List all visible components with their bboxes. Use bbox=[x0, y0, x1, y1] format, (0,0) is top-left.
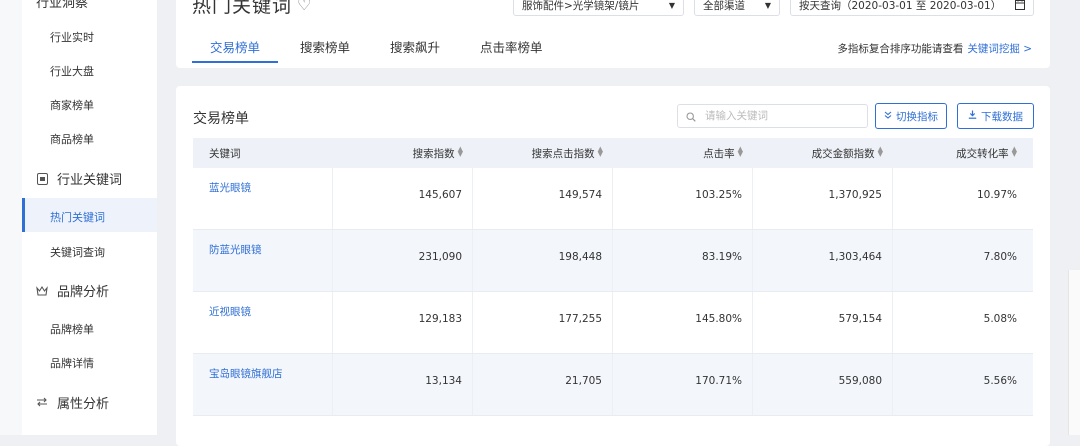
date-select-value: 按天查询（2020-03-01 至 2020-03-01） bbox=[799, 0, 1002, 12]
hint-text: 多指标复合排序功能请查看 bbox=[837, 43, 964, 55]
sort-icon: ▲ ▼ bbox=[597, 144, 603, 158]
card-title: 交易榜单 bbox=[193, 111, 249, 127]
col-gmv-index[interactable]: 成交金额指数 ▲ ▼ bbox=[753, 144, 893, 161]
search-index-cell: 231,090 bbox=[333, 230, 473, 291]
table-row: 近视眼镜 129,183 177,255 145.80% 579,154 5.0… bbox=[193, 292, 1033, 354]
tag-icon bbox=[36, 172, 48, 185]
click-index-cell: 21,705 bbox=[473, 354, 613, 415]
double-chevron-down-icon bbox=[884, 111, 892, 122]
switch-metrics-label: 切换指标 bbox=[896, 110, 938, 123]
date-select[interactable]: 按天查询（2020-03-01 至 2020-03-01） bbox=[790, 0, 1034, 16]
filter-icon bbox=[36, 397, 48, 409]
gmv-index-cell: 1,370,925 bbox=[753, 168, 893, 229]
gmv-index-cell: 1,303,464 bbox=[753, 230, 893, 291]
category-select[interactable]: 服饰配件>光学镜架/镜片 ▼ bbox=[513, 0, 684, 16]
sidebar-edge bbox=[0, 0, 22, 435]
col-keyword: 关键词 bbox=[209, 147, 241, 160]
tab-search-ranking[interactable]: 搜索榜单 bbox=[300, 37, 350, 67]
cvr-cell: 5.56% bbox=[983, 375, 1017, 387]
sidebar-item-industry-realtime[interactable]: 行业实时 bbox=[50, 29, 94, 45]
favorite-heart-icon[interactable]: ♡ bbox=[297, 0, 312, 14]
keyword-link[interactable]: 宝岛眼镜旗舰店 bbox=[193, 354, 333, 415]
cvr-cell: 7.80% bbox=[983, 251, 1017, 263]
sidebar-item-industry-overview[interactable]: 行业大盘 bbox=[50, 63, 94, 79]
multi-sort-hint: 多指标复合排序功能请查看 关键词挖掘 > bbox=[837, 41, 1032, 56]
sidebar-item-hot-keywords[interactable]: 热门关键词 bbox=[50, 209, 105, 225]
tab-search-surge[interactable]: 搜索飙升 bbox=[390, 37, 440, 67]
sidebar-group-attribute-analysis[interactable]: 属性分析 bbox=[36, 393, 109, 412]
ranking-tabs: 交易榜单 搜索榜单 搜索飙升 点击率榜单 bbox=[191, 37, 583, 67]
ctr-cell: 103.25% bbox=[613, 168, 753, 229]
gmv-index-cell: 559,080 bbox=[753, 354, 893, 415]
sidebar-group-brand-analysis[interactable]: 品牌分析 bbox=[36, 281, 109, 300]
keyword-search[interactable] bbox=[677, 104, 868, 128]
table-row: 宝岛眼镜旗舰店 13,134 21,705 170.71% 559,080 5.… bbox=[193, 354, 1033, 416]
click-index-cell: 198,448 bbox=[473, 230, 613, 291]
sidebar-group-label: 行业关键词 bbox=[57, 173, 123, 188]
sidebar-group-industry-insight[interactable]: 行业洞察 bbox=[36, 0, 88, 11]
search-index-cell: 145,607 bbox=[333, 168, 473, 229]
gmv-index-cell: 579,154 bbox=[753, 292, 893, 353]
tab-ctr-ranking[interactable]: 点击率榜单 bbox=[480, 37, 543, 67]
sidebar-group-label: 属性分析 bbox=[57, 397, 110, 412]
sidebar-item-keyword-query[interactable]: 关键词查询 bbox=[50, 244, 105, 260]
table-row: 蓝光眼镜 145,607 149,574 103.25% 1,370,925 1… bbox=[193, 168, 1033, 230]
sidebar-group-industry-keywords[interactable]: 行业关键词 bbox=[36, 169, 122, 188]
download-data-button[interactable]: 下载数据 bbox=[957, 103, 1034, 129]
search-input[interactable] bbox=[703, 109, 857, 123]
channel-select-value: 全部渠道 bbox=[703, 0, 745, 12]
cvr-cell: 10.97% bbox=[976, 189, 1017, 201]
ctr-cell: 170.71% bbox=[613, 354, 753, 415]
keyword-table: 关键词 搜索指数 ▲ ▼ 搜索点击指数 ▲ ▼ 点击率 ▲ ▼ 成交金额指数 ▲ ▼ 成交转化率… bbox=[193, 138, 1033, 416]
sort-icon: ▲ ▼ bbox=[877, 144, 883, 158]
search-icon bbox=[686, 107, 696, 126]
download-data-label: 下载数据 bbox=[981, 110, 1023, 123]
table-row: 防蓝光眼镜 231,090 198,448 83.19% 1,303,464 7… bbox=[193, 230, 1033, 292]
keyword-mining-link[interactable]: 关键词挖掘 > bbox=[967, 43, 1032, 55]
category-select-value: 服饰配件>光学镜架/镜片 bbox=[522, 0, 640, 12]
sidebar-item-product-ranking[interactable]: 商品榜单 bbox=[50, 131, 94, 147]
crown-icon bbox=[36, 285, 48, 297]
sidebar-item-brand-ranking[interactable]: 品牌榜单 bbox=[50, 321, 94, 337]
trade-ranking-card: 交易榜单 切换指标 下载数据 关键词 搜索指数▲▼ 搜索点击指数▲▼ 点击率▲▼… bbox=[176, 86, 1050, 446]
cvr-cell: 5.08% bbox=[983, 313, 1017, 325]
channel-select[interactable]: 全部渠道 ▼ bbox=[694, 0, 780, 16]
sidebar-group-label: 品牌分析 bbox=[57, 285, 110, 300]
switch-metrics-button[interactable]: 切换指标 bbox=[875, 103, 947, 129]
chevron-down-icon: ▼ bbox=[668, 0, 675, 10]
keyword-link[interactable]: 近视眼镜 bbox=[193, 292, 333, 353]
ctr-cell: 83.19% bbox=[613, 230, 753, 291]
side-panel-edge bbox=[1068, 270, 1080, 435]
tab-trade-ranking[interactable]: 交易榜单 bbox=[191, 37, 279, 67]
sort-icon: ▲ ▼ bbox=[1011, 144, 1017, 158]
col-ctr[interactable]: 点击率 ▲ ▼ bbox=[613, 144, 753, 161]
page-title-text: 热门关键词 bbox=[192, 0, 293, 17]
click-index-cell: 177,255 bbox=[473, 292, 613, 353]
search-index-cell: 129,183 bbox=[333, 292, 473, 353]
sidebar-item-merchant-ranking[interactable]: 商家榜单 bbox=[50, 97, 94, 113]
table-header: 关键词 搜索指数 ▲ ▼ 搜索点击指数 ▲ ▼ 点击率 ▲ ▼ 成交金额指数 ▲ ▼ 成交转化率… bbox=[193, 138, 1033, 168]
keyword-link[interactable]: 防蓝光眼镜 bbox=[193, 230, 333, 291]
sort-icon: ▲ ▼ bbox=[737, 144, 743, 158]
sort-icon: ▲ ▼ bbox=[457, 144, 463, 158]
click-index-cell: 149,574 bbox=[473, 168, 613, 229]
keyword-link[interactable]: 蓝光眼镜 bbox=[193, 168, 333, 229]
sidebar-active-indicator bbox=[22, 198, 25, 232]
download-icon bbox=[968, 110, 977, 122]
page-title: 热门关键词 ♡ bbox=[192, 0, 312, 18]
col-cvr[interactable]: 成交转化率 ▲ ▼ bbox=[893, 144, 1033, 161]
col-click-index[interactable]: 搜索点击指数 ▲ ▼ bbox=[473, 144, 613, 161]
header-card: 热门关键词 ♡ 服饰配件>光学镜架/镜片 ▼ 全部渠道 ▼ 按天查询（2020-… bbox=[176, 0, 1050, 68]
col-search-index[interactable]: 搜索指数 ▲ ▼ bbox=[333, 144, 473, 161]
calendar-icon bbox=[1015, 0, 1025, 12]
sidebar: 行业洞察 行业实时 行业大盘 商家榜单 商品榜单 行业关键词 热门关键词 关键词… bbox=[0, 0, 157, 435]
ctr-cell: 145.80% bbox=[613, 292, 753, 353]
sidebar-item-brand-detail[interactable]: 品牌详情 bbox=[50, 355, 94, 371]
search-index-cell: 13,134 bbox=[333, 354, 473, 415]
chevron-down-icon: ▼ bbox=[764, 0, 771, 10]
